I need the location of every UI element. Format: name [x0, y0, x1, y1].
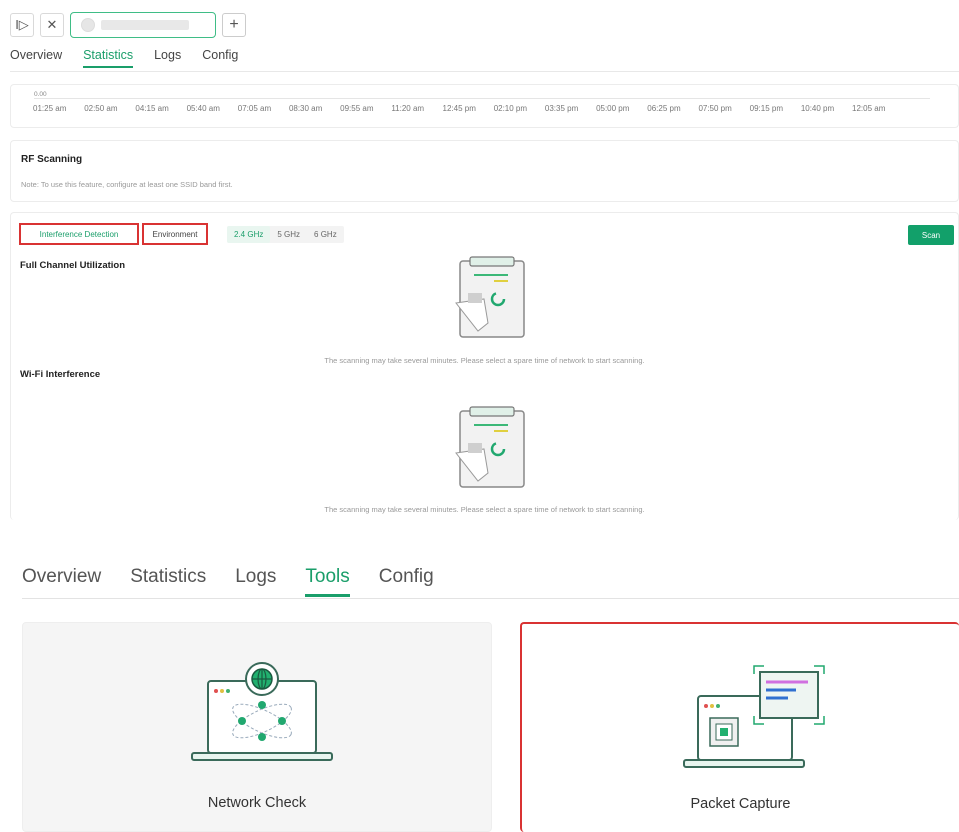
x-axis-ticks: 01:25 am 02:50 am 04:15 am 05:40 am 07:0… — [33, 104, 903, 113]
x-tick-label: 04:15 am — [135, 104, 169, 113]
device-tabs-large: Overview Statistics Logs Tools Config — [22, 566, 434, 597]
x-tick-label: 10:40 pm — [800, 104, 835, 113]
tab-logs[interactable]: Logs — [235, 566, 276, 588]
tab-config[interactable]: Config — [202, 48, 238, 62]
x-tick-label: 02:10 pm — [493, 104, 528, 113]
network-check-label: Network Check — [207, 795, 307, 811]
tab-overview[interactable]: Overview — [22, 566, 101, 588]
x-tick-label: 07:05 am — [237, 104, 272, 113]
x-tick-label: 08:30 am — [288, 104, 323, 113]
x-tick-label: 02:50 am — [84, 104, 118, 113]
x-tick-label: 07:50 pm — [698, 104, 732, 113]
tab-config[interactable]: Config — [379, 566, 434, 588]
tab-tools[interactable]: Tools — [305, 566, 351, 597]
x-tick-label: 05:00 pm — [596, 104, 630, 113]
x-tick-label: 12:05 am — [852, 104, 886, 113]
close-button[interactable]: ✕ — [40, 13, 64, 37]
band-selector: 2.4 GHz 5 GHz 6 GHz — [227, 226, 344, 243]
device-selector[interactable] — [70, 12, 216, 38]
x-tick-label: 09:15 pm — [749, 104, 783, 113]
device-tabs-small: Overview Statistics Logs Config — [10, 48, 238, 68]
x-tick-label: 11:20 am — [391, 104, 425, 113]
x-tick-label: 05:40 am — [186, 104, 220, 113]
x-axis-line — [34, 98, 930, 99]
interference-detection-button[interactable]: Interference Detection — [19, 223, 139, 245]
scan-message: The scanning may take several minutes. P… — [324, 505, 645, 514]
tabs-divider — [10, 71, 959, 72]
band-6ghz[interactable]: 6 GHz — [307, 226, 344, 243]
packet-capture-label: Packet Capture — [690, 796, 791, 812]
full-channel-utilization-label: Full Channel Utilization — [20, 260, 126, 271]
x-tick-label: 03:35 pm — [544, 104, 579, 113]
x-tick-label: 09:55 am — [340, 104, 374, 113]
x-tick-label: 12:45 pm — [442, 104, 476, 113]
sidebar-toggle-button[interactable]: I▷ — [10, 13, 34, 37]
tab-statistics[interactable]: Statistics — [130, 566, 206, 588]
clipboard-empty-icon — [455, 256, 525, 338]
packet-capture-card[interactable]: Packet Capture — [520, 622, 959, 832]
clipboard-empty-icon — [455, 406, 525, 488]
scan-button[interactable]: Scan — [908, 225, 954, 245]
rf-scanning-card: RF Scanning Note: To use this feature, c… — [10, 140, 959, 202]
scan-message: The scanning may take several minutes. P… — [324, 356, 645, 365]
environment-button[interactable]: Environment — [142, 223, 208, 245]
tab-logs[interactable]: Logs — [154, 48, 181, 62]
rf-scanning-note: Note: To use this feature, configure at … — [21, 180, 233, 189]
x-tick-label: 01:25 am — [33, 104, 67, 113]
top-bar: I▷ ✕ + — [10, 12, 246, 38]
add-device-button[interactable]: + — [222, 13, 246, 37]
x-tick-label: 06:25 pm — [647, 104, 681, 113]
tab-statistics[interactable]: Statistics — [83, 48, 134, 68]
band-2-4ghz[interactable]: 2.4 GHz — [227, 226, 271, 243]
tabs-divider — [22, 598, 959, 599]
y-axis-zero-label: 0.00 — [34, 91, 47, 98]
band-5ghz[interactable]: 5 GHz — [270, 226, 307, 243]
network-check-card[interactable]: Network Check — [22, 622, 492, 832]
tab-overview[interactable]: Overview — [10, 48, 62, 62]
wifi-interference-label: Wi-Fi Interference — [20, 369, 101, 380]
rf-scanning-title: RF Scanning — [21, 154, 83, 165]
traffic-chart-card: 0.00 01:25 am 02:50 am 04:15 am 05:40 am… — [10, 84, 959, 128]
scan-panel: Interference Detection Environment 2.4 G… — [10, 212, 959, 520]
device-name-placeholder — [101, 20, 189, 30]
packet-capture-icon — [683, 665, 825, 768]
device-avatar-icon — [81, 18, 95, 32]
network-check-icon — [191, 662, 333, 761]
